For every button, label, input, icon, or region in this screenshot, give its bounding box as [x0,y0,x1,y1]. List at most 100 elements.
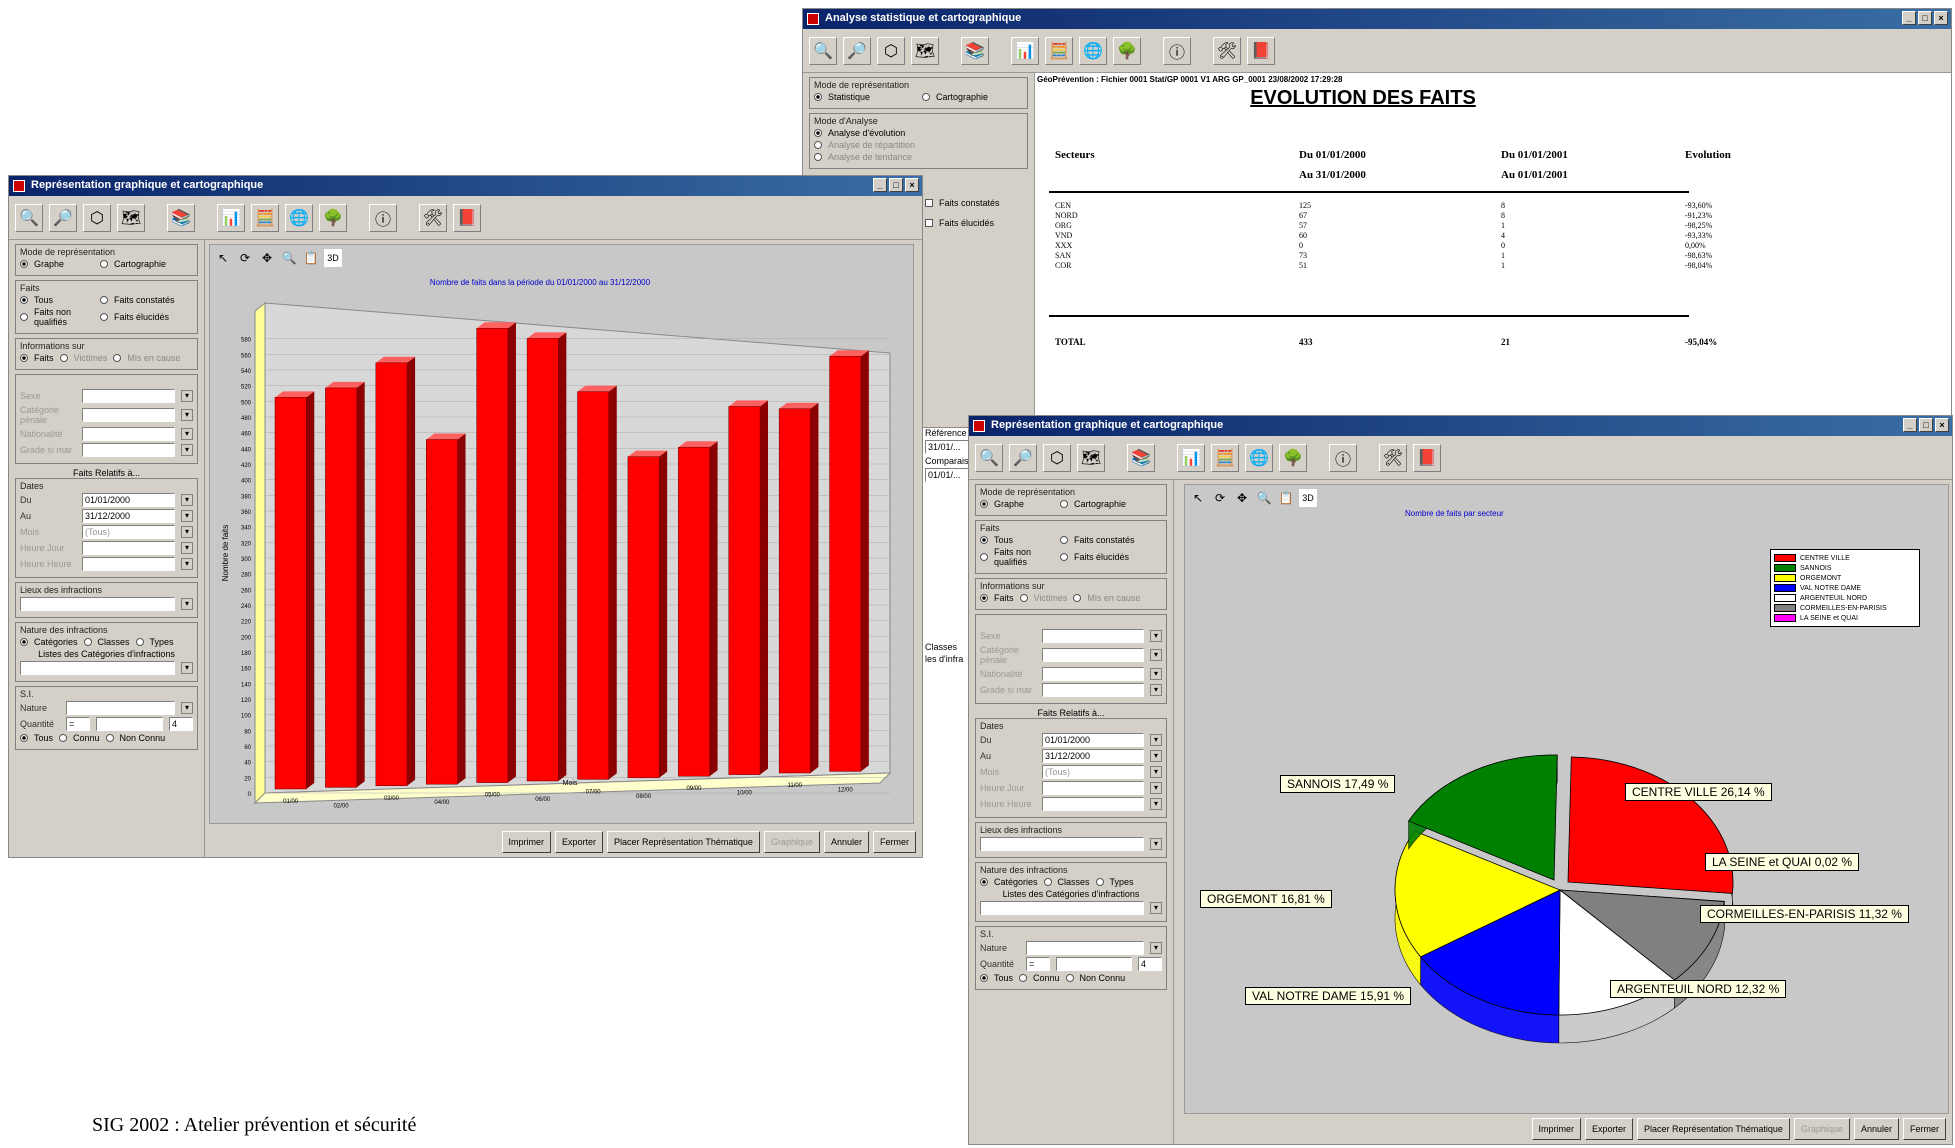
radio-graphe[interactable] [980,500,988,508]
dropdown-icon[interactable]: ▾ [181,390,193,402]
dropdown-icon[interactable]: ▾ [181,409,193,421]
book-icon[interactable]: 📕 [1247,36,1275,65]
radio-non-connu[interactable] [105,734,114,742]
radio-non-qualifies[interactable] [980,553,988,561]
chart-icon[interactable]: 📊 [217,203,245,232]
radio-categories[interactable] [980,878,988,886]
quant-value-field[interactable]: 4 [169,717,193,731]
maximize-button[interactable]: □ [1919,418,1933,432]
quant-op-field[interactable]: = [66,717,90,731]
radio-tous[interactable] [20,296,28,304]
export-button[interactable]: Exporter [555,831,604,853]
analysis-icon[interactable]: 🧮 [251,203,279,232]
date-from-field[interactable]: 01/01/2000 [1042,733,1144,747]
radio-mis-en-cause[interactable] [113,354,122,362]
layers-icon[interactable]: 📚 [961,36,989,65]
radio-elucides[interactable] [1060,553,1068,561]
tools-icon[interactable]: 🛠 [1213,36,1241,65]
liste-field[interactable] [20,661,175,675]
analysis-icon[interactable]: 🧮 [1045,36,1073,65]
nationalite-field[interactable] [82,427,175,441]
layers-icon[interactable]: 📚 [167,203,195,232]
place-representation-button[interactable]: Placer Représentation Thématique [1637,1118,1790,1140]
zoom-in-icon[interactable]: 🔍 [809,36,837,65]
print-button[interactable]: Imprimer [501,831,551,853]
dropdown-icon[interactable]: ▾ [1150,684,1162,696]
radio-elucides[interactable] [100,313,108,321]
dropdown-icon[interactable]: ▾ [1150,798,1162,810]
minimize-button[interactable]: _ [1903,418,1917,432]
dropdown-icon[interactable]: ▾ [1150,649,1162,661]
cancel-button[interactable]: Annuler [823,831,869,853]
date-to-field[interactable]: 31/12/2000 [82,509,175,523]
dropdown-icon[interactable]: ▾ [181,510,193,522]
radio-victimes[interactable] [59,354,68,362]
copy-icon[interactable]: 📋 [302,249,320,267]
zoom-out-icon[interactable]: 🔎 [1009,443,1037,472]
maximize-button[interactable]: □ [1918,11,1932,25]
zoom-out-icon[interactable]: 🔎 [49,203,77,232]
info-icon[interactable]: ⓘ [1163,36,1191,65]
radio-faits[interactable] [20,354,28,362]
mois-field[interactable]: (Tous) [1042,765,1144,779]
dropdown-icon[interactable]: ▾ [1150,942,1162,954]
dropdown-icon[interactable]: ▾ [1150,782,1162,794]
radio-constates[interactable] [1060,536,1068,544]
mois-field[interactable]: (Tous) [82,525,175,539]
radio-tous[interactable] [20,734,28,742]
dropdown-icon[interactable]: ▾ [1150,766,1162,778]
tree-icon[interactable]: 🌳 [1113,36,1141,65]
radio-victimes[interactable] [1019,594,1028,602]
lieu-field[interactable] [980,837,1144,851]
categorie-field[interactable] [1042,648,1144,662]
nature-field[interactable] [1026,941,1144,955]
quant-value-field[interactable]: 4 [1138,957,1162,971]
tools-icon[interactable]: 🛠 [1379,443,1407,472]
pointer-icon[interactable]: ↖ [214,249,232,267]
radio-mis-en-cause[interactable] [1073,594,1082,602]
heure-heure-field[interactable] [82,557,175,571]
radio-tous[interactable] [980,974,988,982]
zoom-in-icon[interactable]: 🔍 [975,443,1003,472]
dropdown-icon[interactable]: ▾ [181,428,193,440]
radio-connu[interactable] [1019,974,1028,982]
tree-icon[interactable]: 🌳 [319,203,347,232]
graphique-button[interactable]: Graphique [763,831,820,853]
date-to-field[interactable]: 31/12/2000 [1042,749,1144,763]
liste-field[interactable] [980,901,1144,915]
globe-icon[interactable]: 🌐 [1079,36,1107,65]
nationalite-field[interactable] [1042,667,1144,681]
faits-constates-check[interactable] [925,199,933,207]
maximize-button[interactable]: □ [889,178,903,192]
info-icon[interactable]: ⓘ [1329,443,1357,472]
analysis-icon[interactable]: 🧮 [1211,443,1239,472]
dropdown-icon[interactable]: ▾ [1150,668,1162,680]
radio-faits[interactable] [980,594,988,602]
layers-icon[interactable]: 📚 [1127,443,1155,472]
zoom-icon[interactable]: 🔍 [280,249,298,267]
close-button[interactable]: × [1935,418,1949,432]
chart-icon[interactable]: 📊 [1177,443,1205,472]
dropdown-icon[interactable]: ▾ [181,662,193,674]
select-icon[interactable]: ⬡ [83,203,111,232]
radio-categories[interactable] [20,638,28,646]
sexe-field[interactable] [1042,629,1144,643]
map-icon[interactable]: 🗺 [117,203,145,232]
close-window-button[interactable]: Fermer [1903,1118,1946,1140]
place-representation-button[interactable]: Placer Représentation Thématique [607,831,760,853]
radio-cartographie[interactable] [100,260,109,268]
radio-constates[interactable] [100,296,108,304]
radio-connu[interactable] [59,734,68,742]
zoom-out-icon[interactable]: 🔎 [843,36,871,65]
radio-evolution[interactable] [814,129,822,137]
grade-field[interactable] [82,443,175,457]
dropdown-icon[interactable]: ▾ [181,494,193,506]
lieu-field[interactable] [20,597,175,611]
dropdown-icon[interactable]: ▾ [1150,734,1162,746]
tree-icon[interactable]: 🌳 [1279,443,1307,472]
minimize-button[interactable]: _ [1902,11,1916,25]
dropdown-icon[interactable]: ▾ [1150,902,1162,914]
grade-field[interactable] [1042,683,1144,697]
close-button[interactable]: × [1934,11,1948,25]
radio-non-qualifies[interactable] [20,313,28,321]
